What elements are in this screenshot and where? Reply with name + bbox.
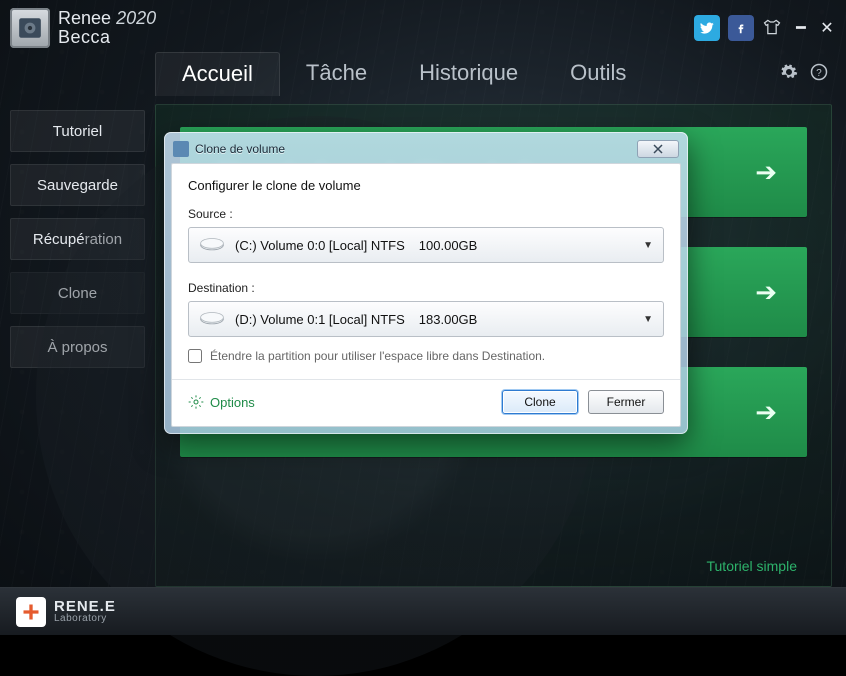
source-value: (C:) Volume 0:0 [Local] NTFS [235,238,405,253]
safe-icon [17,15,43,41]
extend-checkbox-row[interactable]: Étendre la partition pour utiliser l'esp… [188,349,664,363]
sidebar-item-tutoriel[interactable]: Tutoriel [10,110,145,152]
dialog-close-button[interactable] [637,140,679,158]
top-tabs: Accueil Tâche Historique Outils ? [0,52,846,96]
dest-value: (D:) Volume 0:1 [Local] NTFS [235,312,405,327]
tab-historique[interactable]: Historique [393,52,544,96]
svg-text:?: ? [816,67,822,78]
fermer-button[interactable]: Fermer [588,390,664,414]
dialog-icon [173,141,189,157]
brand-name: Renee [58,8,111,28]
minimize-button[interactable]: ━ [792,19,810,37]
source-dropdown[interactable]: (C:) Volume 0:0 [Local] NTFS 100.00GB ▼ [188,227,664,263]
brand-sub: Becca [58,28,156,47]
help-icon[interactable]: ? [810,63,828,86]
dest-dropdown[interactable]: (D:) Volume 0:1 [Local] NTFS 183.00GB ▼ [188,301,664,337]
arrow-right-icon: ➔ [755,157,777,188]
app-logo [10,8,50,48]
disk-icon [199,237,225,253]
clone-volume-dialog: Clone de volume Configurer le clone de v… [164,132,688,434]
source-label: Source : [188,207,664,221]
footer-sub: Laboratory [54,614,116,624]
footer-logo: RENE.E Laboratory [16,597,116,627]
tab-outils[interactable]: Outils [544,52,652,96]
dest-label: Destination : [188,281,664,295]
arrow-right-icon: ➔ [755,277,777,308]
disk-icon [199,311,225,327]
options-link[interactable]: Options [188,394,255,410]
facebook-icon[interactable] [728,15,754,41]
extend-checkbox[interactable] [188,349,202,363]
dialog-title: Clone de volume [195,142,285,156]
gear-icon [188,394,204,410]
brand-year: 2020 [116,8,156,28]
chevron-down-icon: ▼ [643,314,653,325]
title-bar: Renee 2020 Becca ━ ✕ [0,0,846,52]
footer-brand: RENE.E [54,599,116,614]
settings-icon[interactable] [780,63,798,86]
tutorial-link[interactable]: Tutoriel simple [706,558,797,574]
source-size: 100.00GB [419,238,478,253]
divider [172,379,680,380]
chevron-down-icon: ▼ [643,240,653,251]
twitter-icon[interactable] [694,15,720,41]
tshirt-icon[interactable] [762,17,784,39]
close-button[interactable]: ✕ [818,19,836,37]
dest-size: 183.00GB [419,312,478,327]
dialog-subtitle: Configurer le clone de volume [188,178,664,193]
footer: RENE.E Laboratory [0,587,846,635]
extend-label: Étendre la partition pour utiliser l'esp… [210,349,545,363]
clone-button[interactable]: Clone [502,390,578,414]
tab-accueil[interactable]: Accueil [155,52,280,96]
plus-icon [16,597,46,627]
app-brand: Renee 2020 Becca [58,9,156,47]
arrow-right-icon: ➔ [755,397,777,428]
tab-tache[interactable]: Tâche [280,52,393,96]
